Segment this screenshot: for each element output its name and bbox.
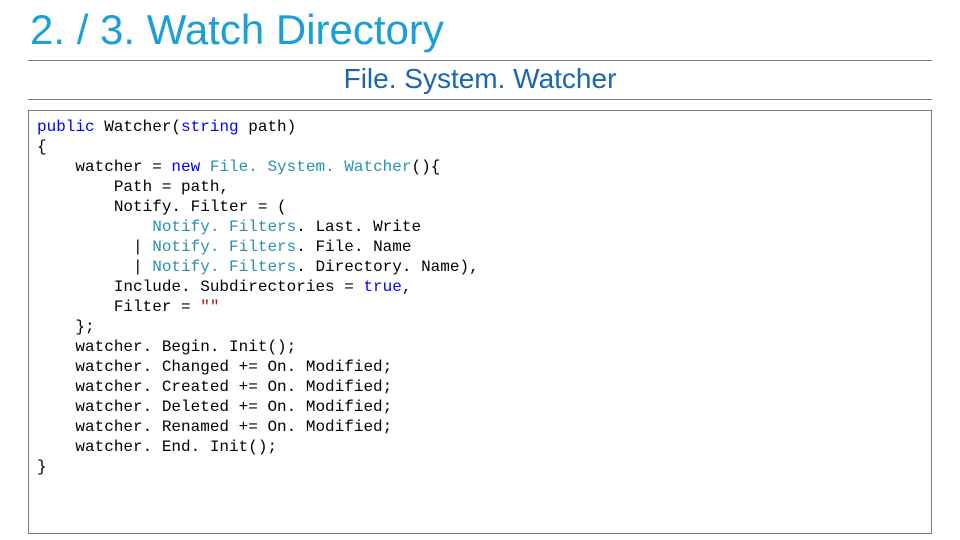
code-text: (){ <box>411 158 440 176</box>
code-text: watcher. Deleted += On. Modified; <box>37 398 392 416</box>
code-text: | <box>37 258 152 276</box>
code-text: watcher. Changed += On. Modified; <box>37 358 392 376</box>
code-block: public Watcher(string path) { watcher = … <box>28 110 932 534</box>
code-text: path) <box>239 118 297 136</box>
string-literal: "" <box>200 298 219 316</box>
code-text: watcher. Created += On. Modified; <box>37 378 392 396</box>
keyword-string: string <box>181 118 239 136</box>
keyword-public: public <box>37 118 95 136</box>
code-text: watcher. Renamed += On. Modified; <box>37 418 392 436</box>
code-text: Path = path, <box>37 178 229 196</box>
keyword-new: new <box>171 158 200 176</box>
slide-title: 2. / 3. Watch Directory <box>28 6 932 54</box>
code-text: }; <box>37 318 95 336</box>
type-notifyfilters: Notify. Filters <box>152 238 296 256</box>
code-text: watcher = <box>37 158 171 176</box>
type-filesystemwatcher: File. System. Watcher <box>210 158 412 176</box>
code-text: , <box>402 278 412 296</box>
code-text <box>200 158 210 176</box>
code-text: Notify. Filter = ( <box>37 198 287 216</box>
subtitle-text: File. System. Watcher <box>344 63 617 94</box>
code-text: | <box>37 238 152 256</box>
code-text: . File. Name <box>296 238 411 256</box>
type-notifyfilters: Notify. Filters <box>152 258 296 276</box>
subtitle-bar: File. System. Watcher <box>28 60 932 100</box>
slide: 2. / 3. Watch Directory File. System. Wa… <box>0 0 960 540</box>
keyword-true: true <box>363 278 401 296</box>
code-text: Filter = <box>37 298 200 316</box>
code-text: watcher. Begin. Init(); <box>37 338 296 356</box>
code-text: watcher. End. Init(); <box>37 438 277 456</box>
code-text: Watcher( <box>95 118 181 136</box>
code-text: . Last. Write <box>296 218 421 236</box>
code-text: } <box>37 458 47 476</box>
code-text: . Directory. Name), <box>296 258 478 276</box>
code-text: Include. Subdirectories = <box>37 278 363 296</box>
type-notifyfilters: Notify. Filters <box>152 218 296 236</box>
code-text: { <box>37 138 47 156</box>
code-text <box>37 218 152 236</box>
